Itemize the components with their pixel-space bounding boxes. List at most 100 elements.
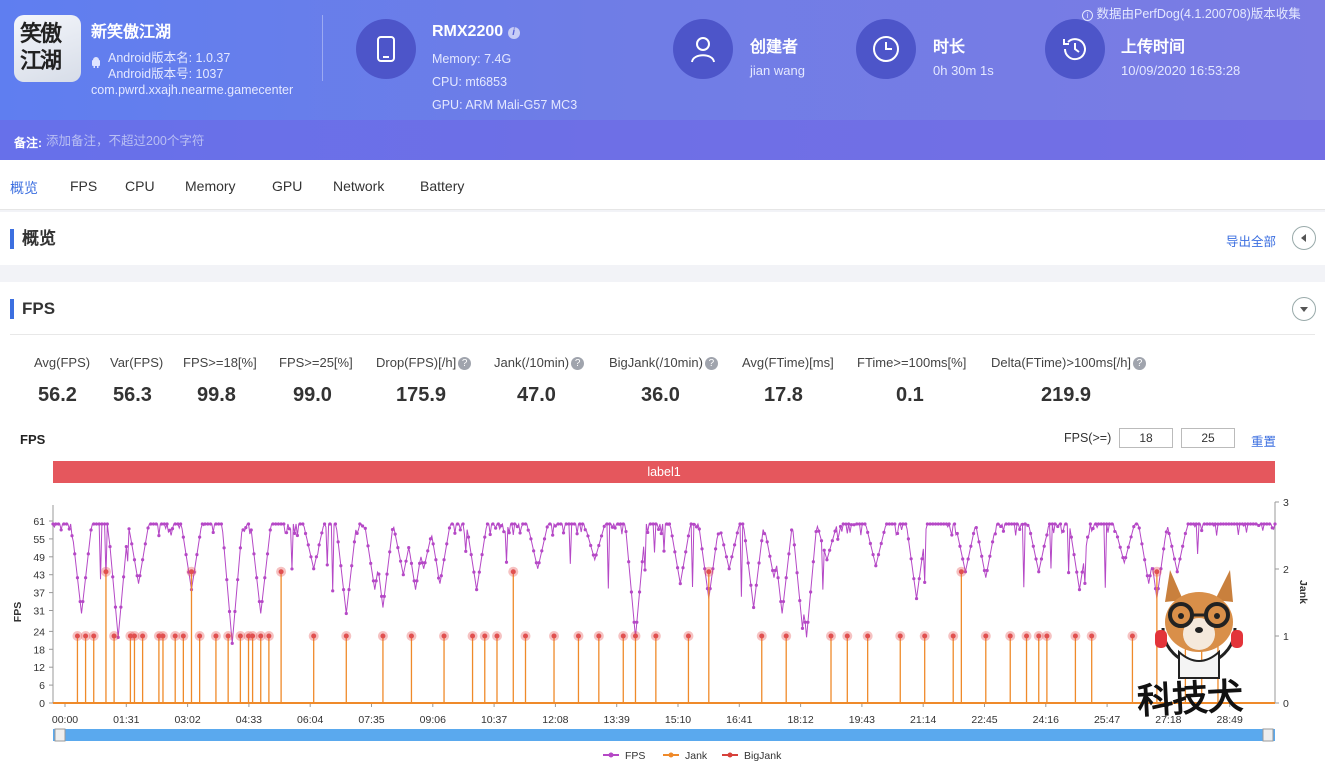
fps-point bbox=[1029, 531, 1033, 536]
stat-label-text: Jank(/10min) bbox=[494, 355, 570, 370]
y-tick-label: 55 bbox=[33, 534, 45, 546]
fps-point bbox=[293, 531, 297, 535]
jank-marker bbox=[180, 633, 186, 639]
jank-marker bbox=[380, 633, 386, 639]
help-icon[interactable]: ? bbox=[1133, 357, 1147, 370]
fps-point bbox=[787, 552, 791, 556]
tab-memory[interactable]: Memory bbox=[185, 178, 236, 194]
fps-point bbox=[119, 605, 123, 609]
info-circle-icon: i bbox=[1082, 10, 1093, 21]
fps-point bbox=[966, 557, 970, 561]
fps-point bbox=[694, 525, 699, 529]
fps-point bbox=[526, 528, 530, 532]
fps-point bbox=[768, 554, 772, 558]
fps-series-line bbox=[52, 522, 1276, 644]
stat-label-text: FTime>=100ms[%] bbox=[857, 355, 967, 370]
fps-point bbox=[157, 533, 161, 538]
threshold-input-2[interactable]: 25 bbox=[1181, 428, 1235, 448]
fps-point bbox=[746, 561, 750, 565]
fps-point bbox=[627, 560, 631, 564]
fps-point bbox=[513, 522, 517, 526]
fps-point bbox=[529, 537, 533, 541]
fps-point bbox=[1200, 528, 1204, 533]
fps-point bbox=[303, 531, 308, 536]
fps-point bbox=[575, 532, 579, 536]
tab-cpu[interactable]: CPU bbox=[125, 178, 155, 194]
stat-value: 99.8 bbox=[197, 384, 236, 406]
stat-label-text: BigJank(/10min) bbox=[609, 355, 703, 370]
fps-point bbox=[1124, 555, 1128, 560]
fps-point bbox=[434, 558, 438, 562]
app-version-code: Android版本号: 1037 bbox=[108, 67, 224, 81]
fps-point bbox=[866, 530, 870, 534]
fps-point bbox=[602, 524, 606, 528]
fps-point bbox=[1001, 529, 1006, 533]
note-input[interactable] bbox=[46, 130, 446, 152]
fps-point bbox=[1072, 553, 1076, 557]
tab-overview[interactable]: 概览 bbox=[10, 178, 38, 198]
jank-marker bbox=[250, 633, 256, 639]
help-icon[interactable]: ? bbox=[571, 357, 585, 370]
fps-divider bbox=[10, 334, 1315, 335]
info-icon[interactable]: i bbox=[507, 27, 520, 39]
jank-marker bbox=[1036, 633, 1042, 639]
fps-point bbox=[181, 535, 185, 539]
fps-point bbox=[322, 522, 327, 526]
label-bar[interactable]: label1 bbox=[53, 461, 1275, 483]
fps-point bbox=[594, 553, 598, 557]
fps-point bbox=[882, 530, 886, 534]
upload-label: 上传时间 bbox=[1121, 39, 1186, 56]
fps-point bbox=[67, 527, 71, 531]
export-all-link[interactable]: 导出全部 bbox=[1226, 231, 1276, 250]
fps-point bbox=[917, 577, 921, 581]
duration-value: 0h 30m 1s bbox=[933, 63, 994, 78]
fps-point bbox=[735, 531, 739, 535]
collapse-overview-button[interactable] bbox=[1292, 226, 1316, 250]
fps-point bbox=[393, 532, 397, 536]
reset-link[interactable]: 重置 bbox=[1251, 431, 1276, 450]
jank-marker bbox=[494, 633, 500, 639]
tab-network[interactable]: Network bbox=[333, 178, 384, 194]
tab-battery[interactable]: Battery bbox=[420, 178, 464, 194]
fps-point bbox=[227, 609, 232, 614]
threshold-input-1[interactable]: 18 bbox=[1119, 428, 1173, 448]
stat-value: 175.9 bbox=[396, 384, 447, 406]
fps-point bbox=[724, 555, 729, 559]
fps-point bbox=[1170, 544, 1174, 548]
fps-point bbox=[494, 526, 498, 530]
stat-label-text: Avg(FTime)[ms] bbox=[742, 355, 834, 370]
tab-fps[interactable]: FPS bbox=[70, 178, 97, 194]
fps-point bbox=[762, 531, 767, 536]
fps-point bbox=[170, 527, 175, 531]
fps-point bbox=[752, 605, 756, 610]
fps-point bbox=[418, 561, 422, 565]
fps-point bbox=[480, 553, 484, 557]
stat-value: 0.1 bbox=[896, 384, 924, 406]
tab-gpu[interactable]: GPU bbox=[272, 178, 302, 194]
stat-value: 219.9 bbox=[1041, 384, 1092, 406]
fps-point bbox=[656, 527, 661, 532]
help-icon[interactable]: ? bbox=[458, 357, 472, 370]
fps-point bbox=[996, 522, 1000, 526]
jank-marker bbox=[311, 633, 317, 639]
fps-point bbox=[1064, 522, 1068, 526]
creator-label: 创建者 bbox=[750, 39, 799, 56]
fps-point bbox=[950, 533, 954, 537]
fps-point bbox=[977, 540, 981, 544]
fps-point bbox=[195, 553, 199, 557]
fps-point bbox=[537, 561, 541, 565]
jank-marker bbox=[1089, 633, 1095, 639]
fps-chart[interactable]: 06121824313743495561012300:00 01:31 03:02 0… bbox=[0, 485, 1325, 765]
fps-point bbox=[211, 530, 215, 535]
jank-marker bbox=[188, 569, 194, 575]
collapse-fps-button[interactable] bbox=[1292, 297, 1316, 321]
tab-bar: 概览 FPS CPU Memory GPU Network Battery bbox=[0, 160, 1325, 210]
legend-label: Jank bbox=[685, 750, 708, 762]
fps-point bbox=[613, 526, 617, 530]
help-icon[interactable]: ? bbox=[704, 357, 718, 370]
jank-marker bbox=[783, 633, 789, 639]
fps-point bbox=[284, 531, 289, 535]
fps-point bbox=[629, 590, 634, 594]
fps-point bbox=[580, 522, 585, 526]
x-tick-label: 01:31 bbox=[113, 714, 139, 726]
